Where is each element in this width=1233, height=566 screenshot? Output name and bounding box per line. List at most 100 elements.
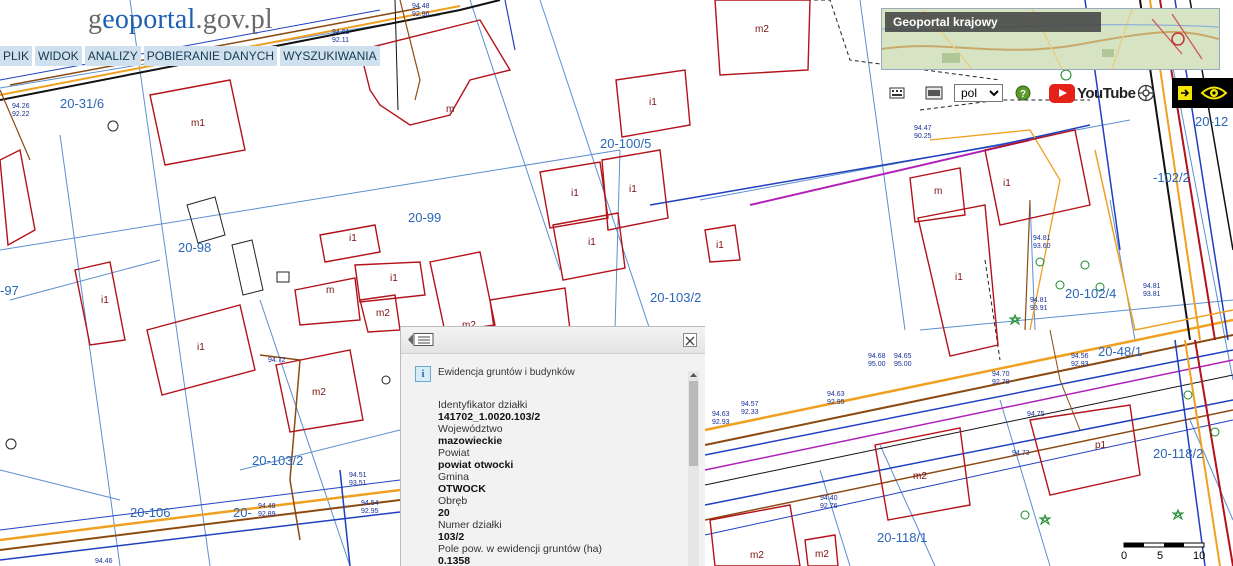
building-label: i1 [588, 237, 596, 248]
elevation-label: 94.63 [712, 411, 730, 418]
elevation-label: 94.65 [894, 353, 912, 360]
elevation-label: 92.93 [712, 419, 730, 426]
popup-header [401, 327, 705, 354]
popup-title: Ewidencja gruntów i budynków [438, 367, 575, 378]
elevation-label: 94.47 [914, 125, 932, 132]
building-label: i1 [629, 184, 637, 195]
building-label: m2 [913, 471, 927, 482]
building-label: m2 [815, 549, 829, 560]
parcel-label: 20-118/1 [877, 530, 927, 545]
building-label: i1 [101, 295, 109, 306]
parcel-label: 20-98 [178, 240, 211, 255]
overview-map[interactable]: Geoportal krajowy [881, 8, 1220, 70]
menu-widok[interactable]: WIDOK [35, 46, 82, 66]
scroll-up-icon[interactable] [689, 371, 698, 379]
building-label: i1 [1003, 178, 1011, 189]
parcel-label: 20-12 [1195, 114, 1228, 129]
building-label: p1 [1095, 440, 1107, 451]
field-value: powiat otwocki [438, 459, 514, 471]
help-icon[interactable]: ? [1013, 78, 1033, 108]
building-label: i1 [649, 97, 657, 108]
parcel-label: 20-102/4 [1065, 286, 1116, 301]
logo-part: g [88, 4, 103, 35]
scroll-thumb[interactable] [689, 381, 698, 466]
menu-pobieranie-danych[interactable]: POBIERANIE DANYCH [143, 46, 278, 66]
elevation-label: 94.63 [827, 391, 845, 398]
geoportal-logo[interactable]: geoportal.gov.pl [88, 4, 273, 36]
parcel-label: 20-118/2 [1153, 446, 1203, 461]
elevation-label: 94.68 [868, 353, 886, 360]
field-value: 20 [438, 507, 450, 519]
parcel-label: 20-100/5 [600, 136, 651, 151]
elevation-label: 94.81 [1033, 235, 1051, 242]
elevation-label: 94.56 [1071, 353, 1089, 360]
field-label: Powiat [438, 447, 470, 459]
field-value: 0.1358 [438, 555, 471, 566]
menu-analizy[interactable]: ANALIZY [84, 46, 141, 66]
parcel-label: 20-48/1 [1098, 344, 1142, 359]
parcel-label: 20-31/6 [60, 96, 104, 111]
logo-part: .gov.pl [195, 4, 273, 35]
youtube-link[interactable]: YouTube [1049, 83, 1136, 103]
scale-label: 0 [1121, 550, 1128, 562]
menu-plik[interactable]: PLIK [0, 46, 33, 66]
elevation-label: 94.70 [992, 371, 1010, 378]
keyboard-icon[interactable] [887, 78, 907, 108]
eye-icon[interactable] [1198, 78, 1230, 108]
scale-label: 10 [1193, 550, 1206, 562]
elevation-label: 93.60 [1033, 243, 1051, 250]
list-view-button[interactable] [407, 332, 435, 347]
grid-icon[interactable] [923, 78, 945, 108]
parcel-label: 20-106 [130, 505, 170, 520]
parcel-label: -102/2 [1153, 170, 1190, 185]
elevation-label: 94.81 [1143, 283, 1161, 290]
field-value: OTWOCK [438, 483, 486, 495]
building-label: m [326, 285, 334, 296]
building-label: i1 [955, 272, 963, 283]
elevation-label: 95.00 [894, 361, 912, 368]
elevation-label: 92.22 [12, 111, 30, 118]
elevation-label: 92.78 [992, 379, 1010, 386]
parcel-label: 20-103/2 [650, 290, 701, 305]
building-label: m [446, 104, 454, 115]
building-label: i1 [390, 273, 398, 284]
popup-body: Identyfikator działki 141702_1.0020.103/… [438, 399, 678, 566]
arrow-icon[interactable] [1175, 78, 1195, 108]
elevation-label: 93.51 [349, 480, 367, 487]
popup-scrollbar[interactable] [688, 371, 699, 566]
overview-title: Geoportal krajowy [885, 12, 1101, 32]
parcel-label: 20-103/2 [252, 453, 303, 468]
elevation-label: 94.81 [1030, 297, 1048, 304]
building-label: m2 [312, 387, 326, 398]
field-label: Numer działki [438, 519, 502, 531]
info-icon: i [415, 366, 431, 382]
field-label: Województwo [438, 423, 503, 435]
language-select[interactable]: pol [954, 84, 1003, 102]
building-label: m2 [755, 24, 769, 35]
elevation-label: 94.46 [95, 558, 113, 565]
building-label: m1 [191, 118, 205, 129]
settings-icon[interactable] [1135, 78, 1157, 108]
field-label: Identyfikator działki [438, 399, 528, 411]
accessibility-panel [1172, 78, 1233, 108]
elevation-label: 94.75 [1027, 411, 1045, 418]
elevation-label: 94.26 [12, 103, 30, 110]
elevation-label: 93.91 [1030, 305, 1048, 312]
parcel-label: 20- [233, 505, 252, 520]
close-button[interactable] [683, 333, 697, 347]
svg-text:?: ? [1020, 89, 1026, 100]
elevation-label: 94.54 [361, 500, 379, 507]
field-label: Gmina [438, 471, 469, 483]
scale-bar: 0 5 10 [1120, 541, 1230, 566]
building-label: m2 [376, 308, 390, 319]
parcel-label: 20-99 [408, 210, 441, 225]
elevation-label: 92.96 [412, 11, 430, 18]
elevation-label: 94.57 [741, 401, 759, 408]
menu-wyszukiwania[interactable]: WYSZUKIWANIA [280, 46, 380, 66]
elevation-label: 92.33 [741, 409, 759, 416]
elevation-label: 92.95 [361, 508, 379, 515]
elevation-label: 92.11 [332, 37, 349, 44]
elevation-label: 94.51 [349, 472, 367, 479]
toolbar: pol ? YouTube [881, 78, 1233, 108]
field-value: 103/2 [438, 531, 465, 543]
